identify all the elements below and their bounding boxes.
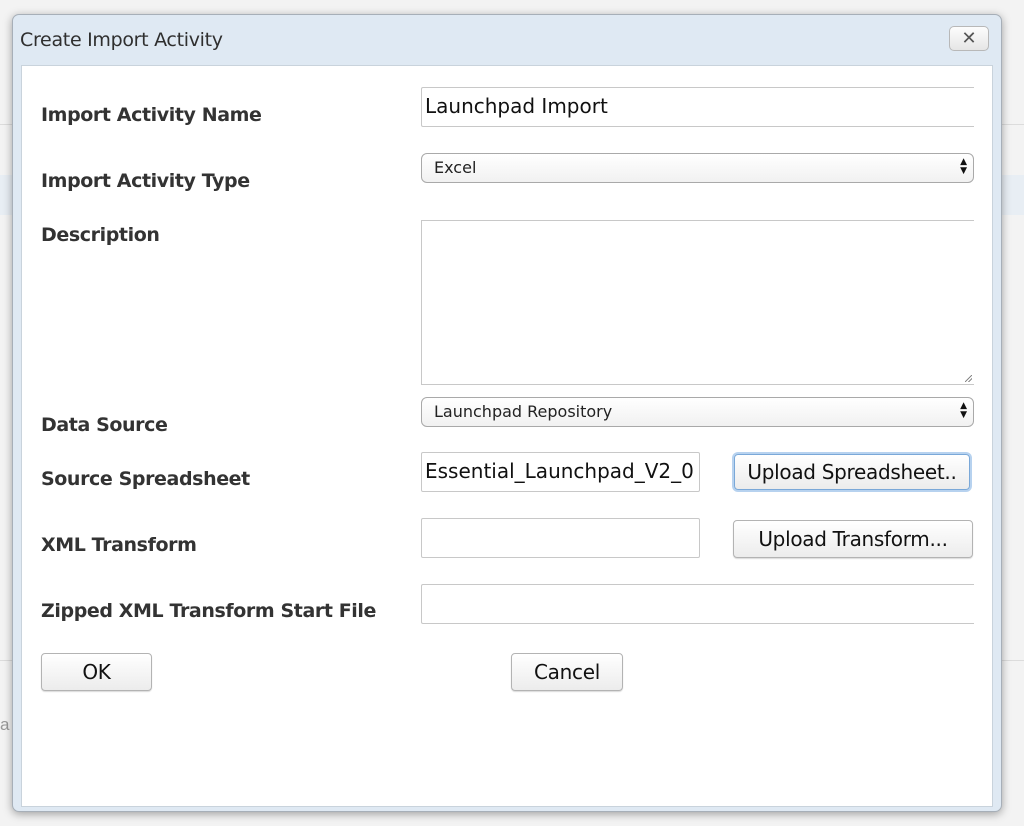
import-activity-name-input[interactable]: Launchpad Import [421, 87, 974, 127]
cancel-button[interactable]: Cancel [511, 653, 623, 691]
resize-grip-icon[interactable] [965, 375, 972, 382]
dialog-titlebar[interactable]: Create Import Activity ✕ [13, 15, 1001, 65]
import-activity-name-label: Import Activity Name [41, 104, 262, 126]
import-activity-type-select[interactable]: Excel ▲ ▼ [421, 153, 974, 183]
background-text: a [0, 715, 10, 734]
data-source-label: Data Source [41, 414, 168, 436]
create-import-activity-dialog: Create Import Activity ✕ Import Activity… [12, 14, 1002, 812]
import-activity-type-label: Import Activity Type [41, 170, 250, 192]
source-spreadsheet-label: Source Spreadsheet [41, 468, 250, 490]
select-arrows-icon: ▲ ▼ [960, 157, 967, 176]
close-icon: ✕ [961, 28, 977, 48]
xml-transform-label: XML Transform [41, 534, 197, 556]
dialog-title: Create Import Activity [20, 29, 223, 51]
description-textarea[interactable] [421, 220, 974, 385]
source-spreadsheet-input[interactable]: Essential_Launchpad_V2_0 [421, 452, 700, 492]
import-activity-type-value: Excel [434, 158, 477, 177]
zipped-xml-transform-start-file-input[interactable] [421, 584, 974, 624]
zipped-xml-transform-start-file-label: Zipped XML Transform Start File [41, 600, 377, 622]
upload-transform-button[interactable]: Upload Transform... [733, 520, 973, 558]
dialog-content: Import Activity Name Launchpad Import Im… [21, 65, 993, 807]
select-arrows-icon: ▲ ▼ [960, 401, 967, 420]
data-source-select[interactable]: Launchpad Repository ▲ ▼ [421, 397, 974, 427]
upload-spreadsheet-button[interactable]: Upload Spreadsheet.. [734, 454, 970, 490]
close-button[interactable]: ✕ [949, 26, 989, 51]
data-source-value: Launchpad Repository [434, 402, 613, 421]
ok-button[interactable]: OK [41, 653, 152, 691]
description-label: Description [41, 224, 160, 246]
xml-transform-input[interactable] [421, 518, 700, 558]
